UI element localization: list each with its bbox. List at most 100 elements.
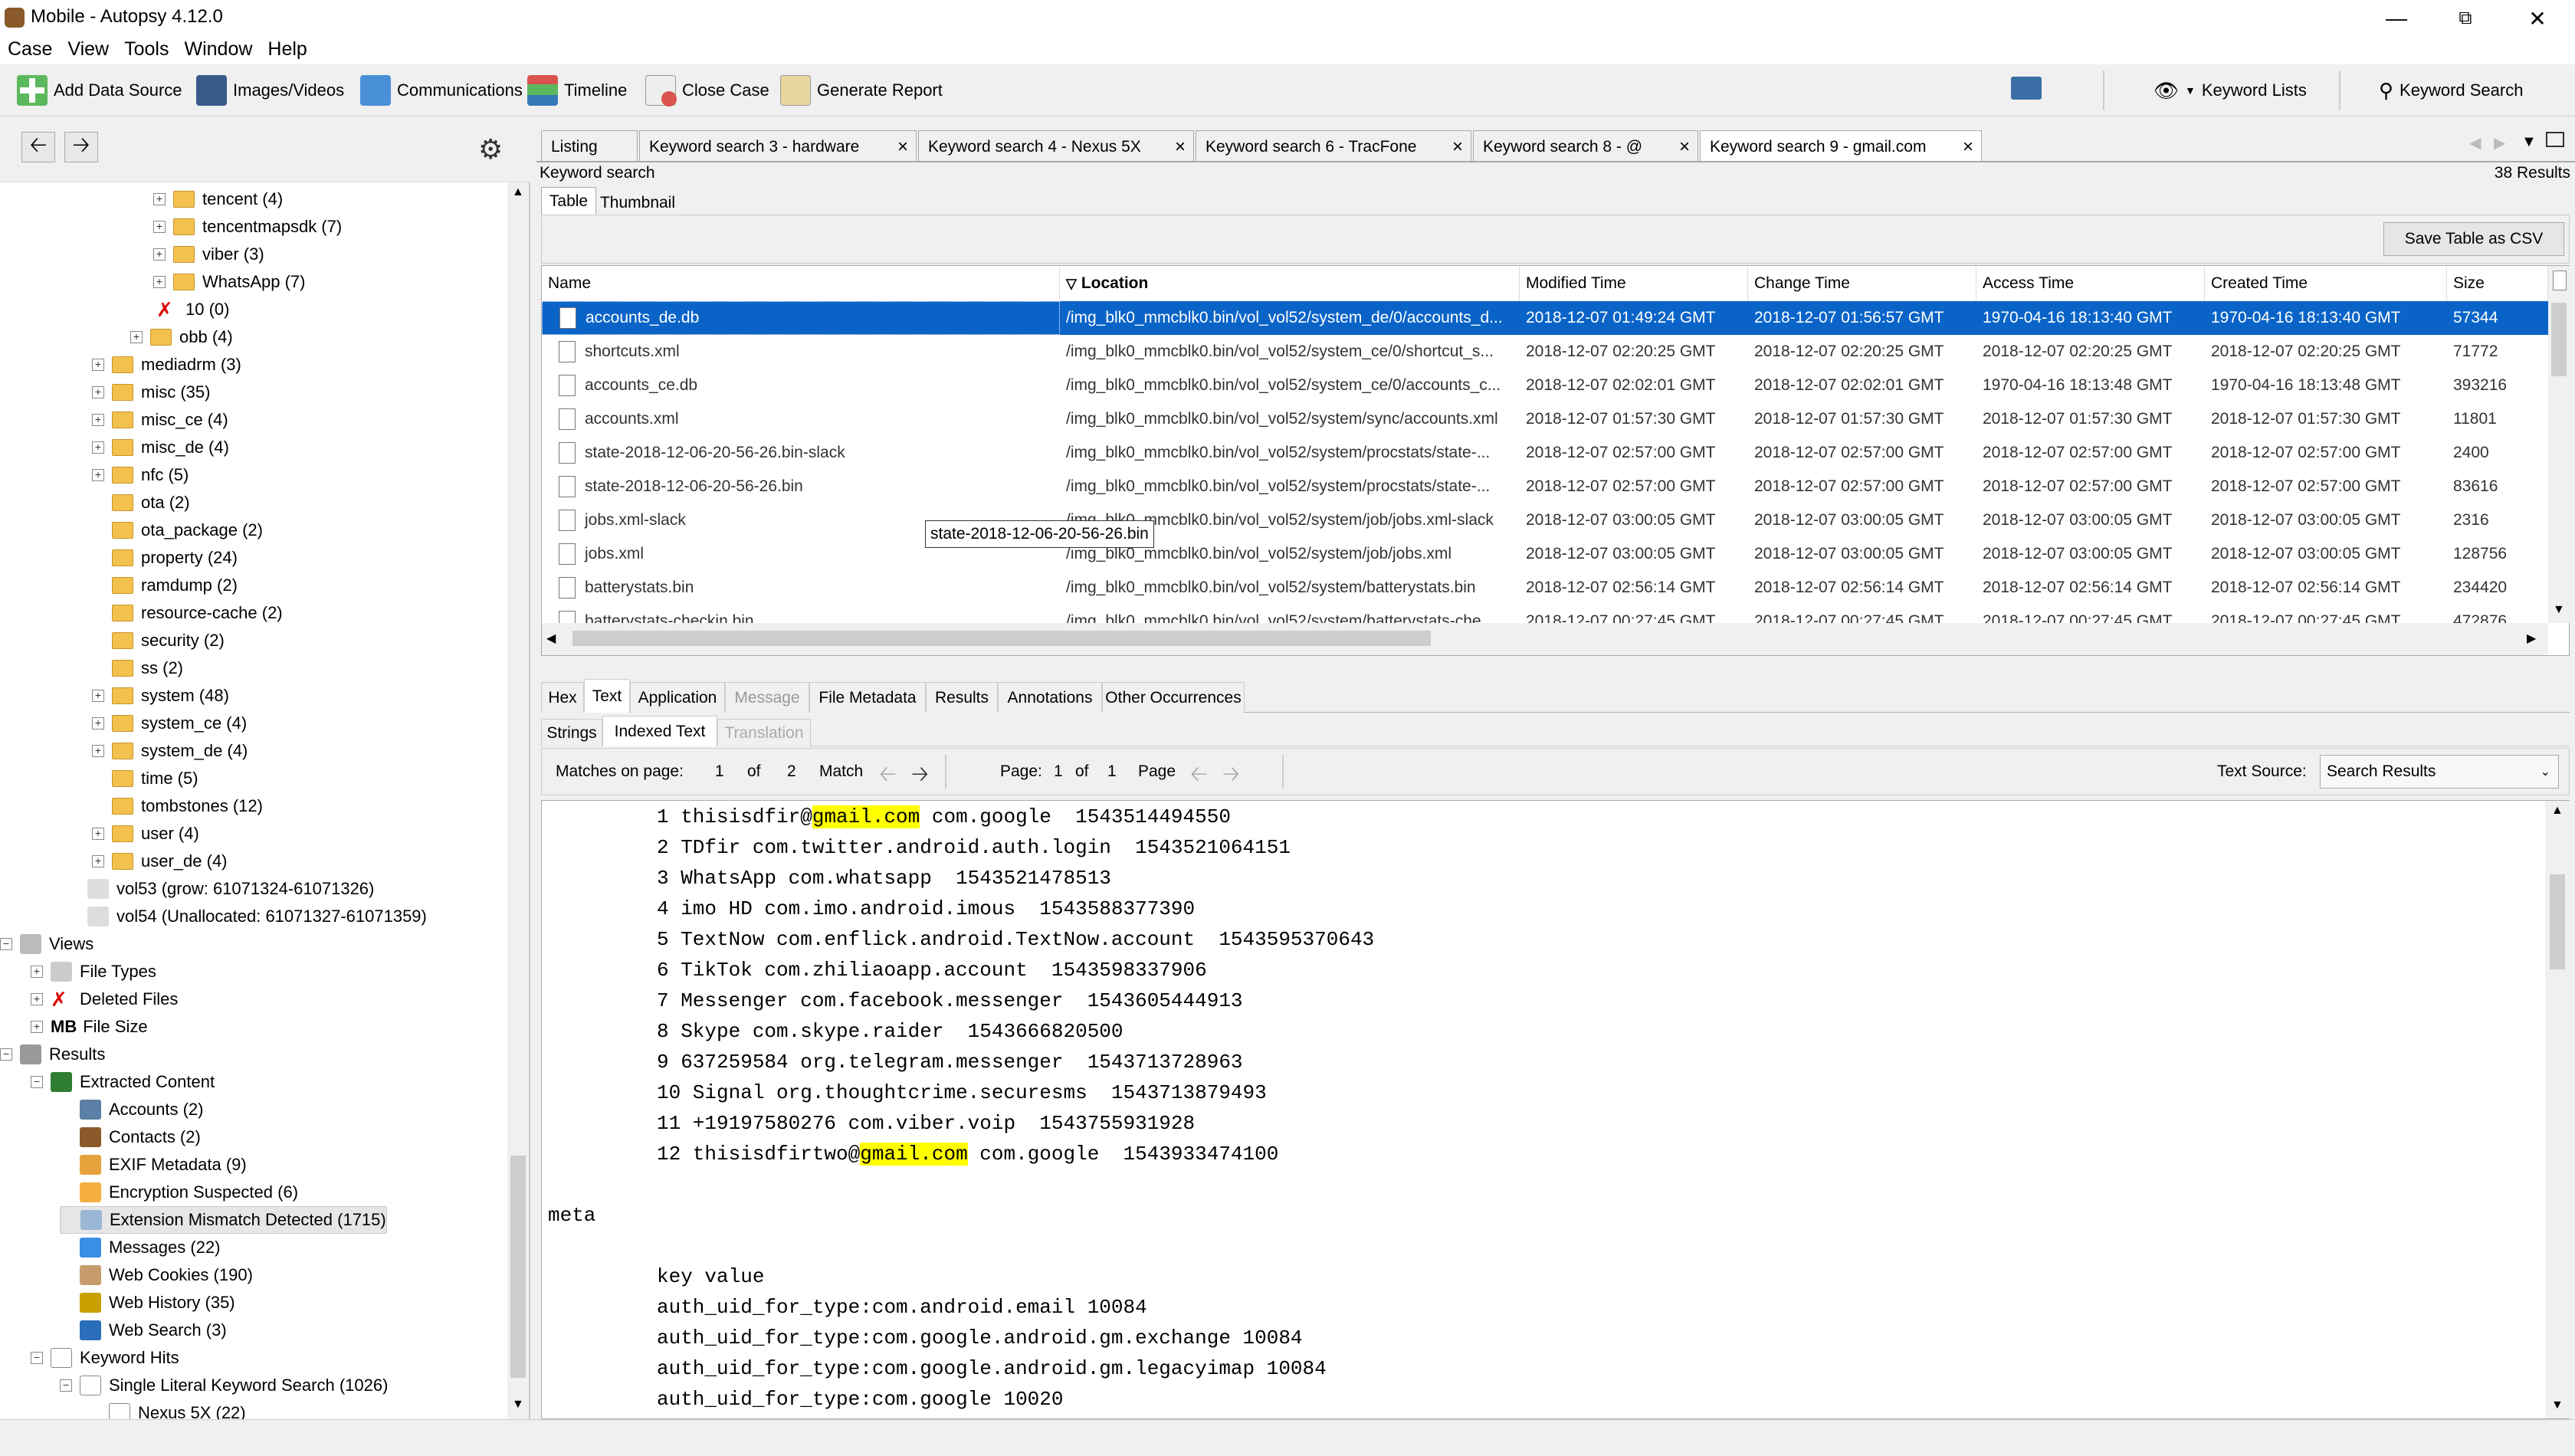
column-header[interactable]: Access Time bbox=[1976, 266, 2205, 301]
tree-scroll-thumb[interactable] bbox=[510, 1156, 526, 1378]
tab-thumbnail[interactable]: Thumbnail bbox=[599, 190, 676, 216]
expand-icon[interactable]: + bbox=[153, 193, 166, 205]
menu-help[interactable]: Help bbox=[260, 37, 314, 64]
expand-icon[interactable]: + bbox=[31, 993, 43, 1005]
column-header[interactable]: Modified Time bbox=[1520, 266, 1748, 301]
expand-icon[interactable]: + bbox=[92, 359, 104, 371]
tree-node[interactable]: + system (48) bbox=[92, 682, 229, 710]
text-tab[interactable]: Indexed Text bbox=[602, 716, 717, 746]
content-tab[interactable]: Application bbox=[630, 682, 725, 713]
collapse-icon[interactable]: − bbox=[60, 1379, 72, 1392]
communications-button[interactable]: Communications bbox=[360, 74, 523, 107]
expand-icon[interactable]: + bbox=[92, 386, 104, 398]
tree-node[interactable]: + misc (35) bbox=[92, 379, 210, 406]
content-tab[interactable]: Hex bbox=[541, 682, 584, 713]
tree-node[interactable]: ramdump (2) bbox=[92, 572, 238, 599]
collapse-icon[interactable]: − bbox=[31, 1352, 43, 1364]
expand-icon[interactable]: + bbox=[153, 248, 166, 261]
column-header[interactable]: Created Time bbox=[2205, 266, 2447, 301]
gear-icon[interactable]: ⚙ bbox=[478, 133, 503, 166]
table-hscrollbar[interactable]: ◀ ▶ bbox=[542, 623, 2548, 655]
expand-icon[interactable]: + bbox=[92, 828, 104, 840]
tree-node[interactable]: ss (2) bbox=[92, 654, 183, 682]
expand-icon[interactable]: + bbox=[92, 690, 104, 702]
tree-node[interactable]: + misc_de (4) bbox=[92, 434, 229, 461]
hscroll-right-icon[interactable]: ▶ bbox=[2527, 631, 2536, 646]
tree-node[interactable]: + tencentmapsdk (7) bbox=[153, 213, 342, 241]
column-header[interactable]: Name bbox=[542, 266, 1060, 301]
tree-node[interactable]: + nfc (5) bbox=[92, 461, 189, 489]
close-tab-icon[interactable]: × bbox=[1963, 136, 1973, 158]
tree-node[interactable]: Accounts (2) bbox=[60, 1096, 204, 1123]
result-tab[interactable]: Listing bbox=[541, 130, 638, 162]
column-header[interactable]: ▽ Location bbox=[1060, 266, 1520, 301]
close-tab-icon[interactable]: × bbox=[1452, 136, 1463, 158]
expand-icon[interactable]: + bbox=[92, 855, 104, 867]
column-header[interactable]: Change Time bbox=[1748, 266, 1976, 301]
tree-node[interactable]: + system_ce (4) bbox=[92, 710, 247, 737]
tree-node[interactable]: + WhatsApp (7) bbox=[153, 268, 306, 296]
menu-view[interactable]: View bbox=[60, 37, 116, 64]
keyword-lists-button[interactable]: 👁 ▼ Keyword Lists bbox=[2153, 74, 2307, 107]
text-source-select[interactable]: Search Results ⌄ bbox=[2320, 755, 2559, 789]
result-tab[interactable]: Keyword search 6 - TracFone × bbox=[1196, 130, 1471, 162]
tree-node[interactable]: + MB File Size bbox=[31, 1013, 148, 1041]
content-tab[interactable]: File Metadata bbox=[809, 682, 926, 713]
table-vscroll-thumb[interactable] bbox=[2551, 303, 2567, 376]
tree-node[interactable]: + tencent (4) bbox=[153, 185, 283, 213]
tree-node[interactable]: + File Types bbox=[31, 958, 156, 985]
tree-node[interactable]: ✗ 10 (0) bbox=[136, 296, 229, 323]
expand-icon[interactable]: + bbox=[31, 966, 43, 978]
table-row[interactable]: accounts_de.db/img_blk0_mmcblk0.bin/vol_… bbox=[542, 301, 2548, 335]
expand-icon[interactable]: + bbox=[92, 441, 104, 454]
tree-node[interactable]: property (24) bbox=[92, 544, 238, 572]
tab-list-icon[interactable]: ▼ bbox=[2521, 133, 2537, 151]
tree-node[interactable]: − Extracted Content bbox=[31, 1068, 215, 1096]
text-tab[interactable]: Strings bbox=[541, 719, 602, 746]
timeline-button[interactable]: Timeline bbox=[527, 74, 627, 107]
tree-node[interactable]: + user (4) bbox=[92, 820, 199, 848]
expand-icon[interactable]: + bbox=[130, 331, 143, 343]
tree-node[interactable]: resource-cache (2) bbox=[92, 599, 283, 627]
save-table-csv-button[interactable]: Save Table as CSV bbox=[2383, 222, 2564, 256]
tab-scroll-right-icon[interactable]: ▶ bbox=[2494, 133, 2505, 152]
tab-table[interactable]: Table bbox=[541, 187, 596, 215]
table-row[interactable]: accounts.xml/img_blk0_mmcblk0.bin/vol_vo… bbox=[542, 402, 2548, 436]
table-row[interactable]: state-2018-12-06-20-56-26.bin-slack/img_… bbox=[542, 436, 2548, 470]
column-header[interactable]: Size bbox=[2447, 266, 2548, 301]
expand-icon[interactable]: + bbox=[31, 1021, 43, 1033]
scroll-down-icon[interactable]: ▼ bbox=[512, 1398, 524, 1412]
generate-report-button[interactable]: Generate Report bbox=[780, 74, 943, 107]
expand-icon[interactable]: + bbox=[92, 414, 104, 426]
tree-node[interactable]: vol53 (grow: 61071324-61071326) bbox=[67, 875, 374, 903]
scroll-up-icon[interactable]: ▲ bbox=[512, 185, 524, 199]
close-tab-icon[interactable]: × bbox=[897, 136, 908, 158]
table-row[interactable]: shortcuts.xml/img_blk0_mmcblk0.bin/vol_v… bbox=[542, 335, 2548, 369]
expand-icon[interactable]: + bbox=[92, 745, 104, 757]
table-vscrollbar[interactable]: ▼ bbox=[2548, 266, 2570, 623]
table-row[interactable]: jobs.xml/img_blk0_mmcblk0.bin/vol_vol52/… bbox=[542, 537, 2548, 571]
prev-match-icon[interactable]: 🡠 bbox=[879, 758, 897, 795]
tab-scroll-left-icon[interactable]: ◀ bbox=[2469, 133, 2481, 152]
menu-window[interactable]: Window bbox=[177, 37, 261, 64]
close-tab-icon[interactable]: × bbox=[1679, 136, 1690, 158]
tree-node[interactable]: − Views bbox=[0, 930, 93, 958]
close-window-button[interactable]: ✕ bbox=[2500, 0, 2575, 37]
expand-icon[interactable]: + bbox=[92, 717, 104, 730]
content-tab[interactable]: Other Occurrences bbox=[1102, 682, 1245, 713]
collapse-icon[interactable]: − bbox=[0, 1048, 12, 1061]
expand-icon[interactable]: + bbox=[153, 221, 166, 233]
back-arrow-icon[interactable]: 🡠 bbox=[21, 132, 55, 162]
tree-node[interactable]: Encryption Suspected (6) bbox=[60, 1179, 298, 1206]
tree-node[interactable]: − Results bbox=[0, 1041, 105, 1068]
tree-node[interactable]: ota (2) bbox=[92, 489, 190, 516]
mail-icon[interactable] bbox=[2011, 77, 2042, 100]
forward-arrow-icon[interactable]: 🡢 bbox=[64, 132, 98, 162]
collapse-icon[interactable]: − bbox=[0, 938, 12, 950]
tree-node[interactable]: + misc_ce (4) bbox=[92, 406, 228, 434]
tree-node[interactable]: − Keyword Hits bbox=[31, 1344, 179, 1372]
menu-case[interactable]: Case bbox=[0, 37, 60, 64]
table-row[interactable]: batterystats.bin/img_blk0_mmcblk0.bin/vo… bbox=[542, 571, 2548, 605]
column-chooser-icon[interactable] bbox=[2553, 271, 2567, 290]
tree-node[interactable]: ota_package (2) bbox=[92, 516, 263, 544]
